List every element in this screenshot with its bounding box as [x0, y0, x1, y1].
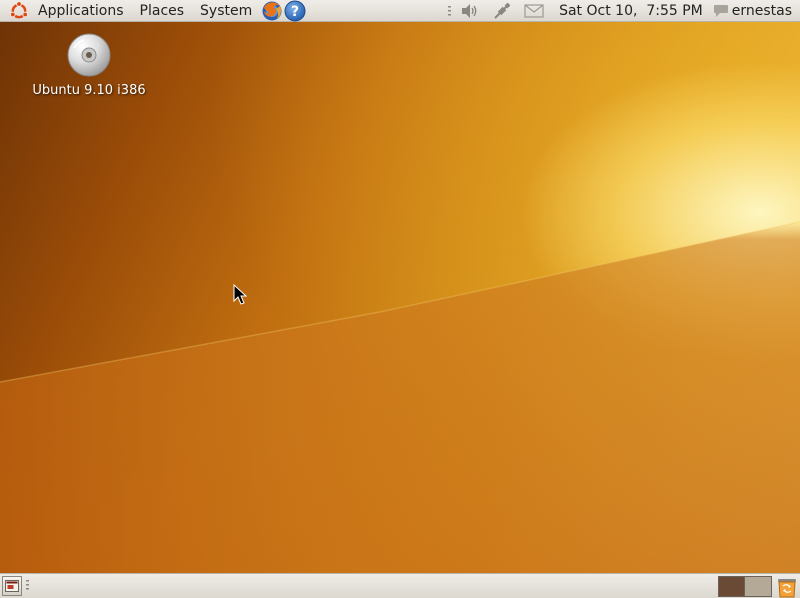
applications-menu[interactable]: Applications [30, 0, 132, 22]
help-icon[interactable]: ? [284, 0, 306, 22]
desktop-icon-label: Ubuntu 9.10 i386 [32, 83, 146, 98]
workspace-switcher [718, 576, 772, 597]
network-icon[interactable] [491, 0, 513, 22]
mouse-cursor [233, 284, 247, 305]
chat-bubble-icon [713, 4, 728, 17]
firefox-icon[interactable] [261, 0, 283, 22]
wallpaper-fold [0, 221, 800, 573]
panel-handle[interactable] [447, 0, 453, 22]
mail-icon[interactable] [523, 0, 545, 22]
desktop-icon-cd[interactable]: Ubuntu 9.10 i386 [20, 32, 158, 98]
system-menu[interactable]: System [192, 0, 260, 22]
workspace-2[interactable] [745, 576, 772, 597]
top-panel: Applications Places System ? Sat Oct 10,… [0, 0, 800, 22]
trash-icon[interactable] [775, 575, 798, 598]
bottom-panel-handle[interactable] [26, 579, 34, 593]
clock[interactable]: Sat Oct 10, 7:55 PM [547, 0, 713, 22]
workspace-1[interactable] [718, 576, 745, 597]
desktop[interactable]: Ubuntu 9.10 i386 [0, 22, 800, 573]
svg-text:?: ? [291, 4, 299, 20]
ubuntu-logo-icon[interactable] [8, 0, 30, 22]
cd-icon [66, 32, 112, 78]
user-name: ernestas [731, 2, 792, 19]
places-menu[interactable]: Places [132, 0, 193, 22]
user-menu[interactable]: ernestas [713, 0, 800, 22]
bottom-panel [0, 573, 800, 598]
volume-icon[interactable] [459, 0, 481, 22]
show-desktop-icon[interactable] [2, 576, 22, 596]
